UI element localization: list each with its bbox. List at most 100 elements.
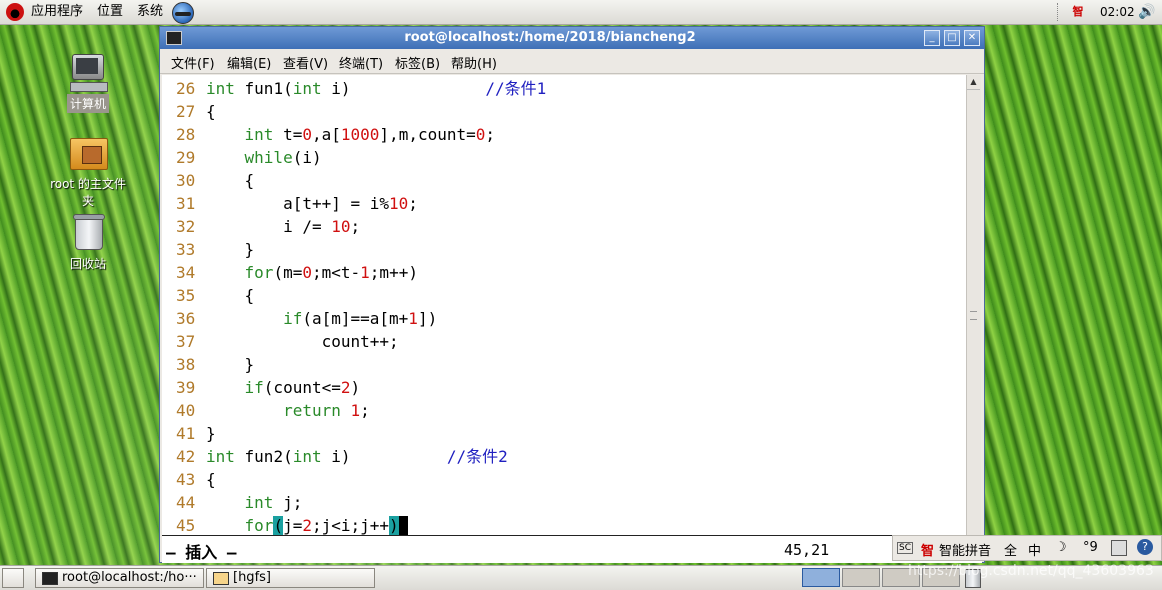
redhat-logo-icon[interactable]	[6, 3, 24, 21]
applications-menu[interactable]: 应用程序	[31, 3, 83, 21]
workspace-2[interactable]	[842, 568, 880, 587]
menu-edit[interactable]: 编辑(E)	[227, 53, 271, 72]
line-number: 33	[176, 240, 196, 259]
code-token: {	[206, 102, 216, 121]
ime-indicator-icon[interactable]: 智	[1070, 4, 1086, 20]
code-token: //条件2	[446, 447, 508, 466]
vim-statusline: — 插入 — 45,21	[162, 535, 982, 563]
desktop-icon-trash[interactable]: 回收站	[43, 212, 133, 273]
code-token: count++;	[206, 332, 399, 351]
code-token: 2	[302, 516, 312, 535]
code-token: ;	[485, 125, 496, 144]
code-line: 34 for(m=0;m<t-1;m++)	[176, 261, 418, 284]
code-token: t=	[273, 125, 303, 144]
window-titlebar[interactable]: root@localhost:/home/2018/biancheng2 _ □…	[160, 27, 984, 49]
code-token: 1	[360, 263, 370, 282]
desktop-icon-label: root 的主文件夹	[50, 177, 126, 208]
code-token: i /=	[206, 217, 332, 236]
menu-view[interactable]: 查看(V)	[283, 53, 328, 72]
code-line: 40 return 1;	[176, 399, 370, 422]
text-cursor	[398, 516, 409, 535]
terminal-text-area[interactable]: 26 int fun1(int i) //条件1 27{28 int t=0,a[1…	[162, 75, 966, 535]
code-line: 26 int fun1(int i) //条件1	[176, 77, 546, 100]
show-desktop-button[interactable]	[2, 568, 24, 588]
taskbar-item-folder[interactable]: [hgfs]	[206, 568, 375, 588]
places-menu[interactable]: 位置	[97, 3, 123, 21]
ime-chinese-toggle[interactable]: 中	[1028, 540, 1041, 559]
ime-input-method[interactable]: 智能拼音	[939, 540, 991, 559]
system-menu[interactable]: 系统	[137, 3, 163, 21]
clock[interactable]: 02:02	[1100, 3, 1135, 21]
volume-icon[interactable]: 🔊	[1138, 3, 1155, 21]
line-number: 28	[176, 125, 196, 144]
code-token: {	[206, 286, 255, 305]
code-token: (count<=	[263, 378, 341, 397]
top-panel: 应用程序 位置 系统 智 02:02 🔊	[0, 0, 1162, 25]
code-token: fun1(	[234, 79, 293, 98]
code-token: j=	[283, 516, 303, 535]
trash-icon	[68, 212, 108, 252]
scrollbar-grip[interactable]	[970, 311, 977, 320]
line-number: 29	[176, 148, 196, 167]
ime-switch-icon[interactable]: SC	[897, 542, 913, 554]
ime-logo-icon[interactable]: 智	[921, 540, 934, 559]
code-token: int	[206, 79, 235, 98]
code-line: 39 if(count<=2)	[176, 376, 360, 399]
code-token: 10	[331, 217, 351, 236]
workspace-1[interactable]	[802, 568, 840, 587]
desktop-icon-computer[interactable]: 计算机	[43, 52, 133, 113]
code-token: 0	[475, 125, 486, 144]
maximize-button[interactable]: □	[944, 30, 960, 46]
code-token: ],m,count=	[379, 125, 476, 144]
terminal-window: root@localhost:/home/2018/biancheng2 _ □…	[159, 26, 985, 563]
code-line: 38 }	[176, 353, 254, 376]
scroll-up-arrow-icon[interactable]: ▲	[967, 75, 980, 90]
line-number: 37	[176, 332, 196, 351]
web-browser-launcher-icon[interactable]	[172, 2, 194, 24]
minimize-button[interactable]: _	[924, 30, 940, 46]
code-token: ;m++)	[369, 263, 418, 282]
code-line: 36 if(a[m]==a[m+1])	[176, 307, 437, 330]
taskbar-item-label: [hgfs]	[233, 570, 271, 585]
ime-keyboard-icon[interactable]	[1111, 540, 1127, 556]
code-token: (m=	[273, 263, 303, 282]
panel-separator	[1057, 3, 1060, 21]
code-token: ;	[360, 401, 370, 420]
code-token: }	[206, 424, 216, 443]
code-token: ;m<t-	[311, 263, 361, 282]
code-token: i)	[321, 447, 447, 466]
home-folder-icon	[68, 132, 108, 172]
code-token: int	[292, 447, 322, 466]
line-number: 43	[176, 470, 196, 489]
line-number: 26	[176, 79, 196, 98]
desktop-icon-label: 回收站	[69, 257, 106, 271]
ime-punctuation-toggle[interactable]: ☽	[1055, 540, 1067, 555]
menu-tabs[interactable]: 标签(B)	[395, 53, 440, 72]
desktop-icon-home[interactable]: root 的主文件夹	[43, 132, 133, 210]
line-number: 45	[176, 516, 196, 535]
code-token: fun2(	[234, 447, 293, 466]
code-line: 35 {	[176, 284, 254, 307]
code-token: )	[350, 378, 361, 397]
taskbar-item-terminal[interactable]: root@localhost:/ho···	[35, 568, 204, 588]
menu-terminal[interactable]: 终端(T)	[339, 53, 383, 72]
ime-help-icon[interactable]: ?	[1137, 539, 1153, 555]
code-token: 0	[302, 125, 312, 144]
vertical-scrollbar[interactable]: ▲	[966, 75, 981, 535]
ime-symbol-toggle[interactable]: °9	[1083, 540, 1098, 555]
line-number: 38	[176, 355, 196, 374]
code-token: 1000	[340, 125, 380, 144]
code-token: int	[292, 79, 322, 98]
code-token: 1	[350, 401, 361, 420]
code-token: }	[206, 240, 255, 259]
desktop-icon-label: 计算机	[66, 94, 109, 113]
ime-fullwidth-toggle[interactable]: 全	[1004, 540, 1017, 559]
menu-file[interactable]: 文件(F)	[171, 53, 215, 72]
code-token: return	[283, 401, 341, 420]
close-button[interactable]: ✕	[964, 30, 980, 46]
menu-help[interactable]: 帮助(H)	[451, 53, 497, 72]
code-line: 44 int j;	[176, 491, 302, 514]
